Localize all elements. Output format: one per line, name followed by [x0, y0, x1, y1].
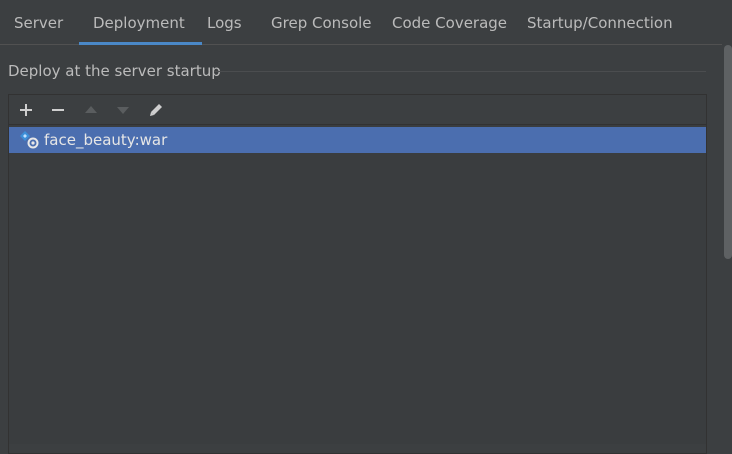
- deploy-group-title: Deploy at the server startup: [8, 62, 221, 80]
- scrollbar-thumb[interactable]: [724, 45, 732, 259]
- tab-deployment[interactable]: Deployment: [79, 0, 202, 45]
- plus-icon: [20, 104, 32, 116]
- artifact-icon: [19, 130, 41, 150]
- tab-server[interactable]: Server: [14, 0, 63, 45]
- tab-startup-connection[interactable]: Startup/Connection: [527, 0, 673, 45]
- tab-code-coverage[interactable]: Code Coverage: [392, 0, 507, 45]
- pencil-icon: [150, 104, 162, 116]
- artifact-name: face_beauty:war: [44, 131, 168, 149]
- minus-icon: [52, 109, 64, 111]
- remove-button[interactable]: [47, 99, 69, 121]
- move-down-button[interactable]: [112, 99, 134, 121]
- list-item[interactable]: face_beauty:war: [9, 127, 706, 153]
- list-toolbar: [9, 95, 706, 125]
- tab-logs[interactable]: Logs: [207, 0, 242, 45]
- move-up-button[interactable]: [80, 99, 102, 121]
- group-divider: [214, 71, 706, 72]
- edit-button[interactable]: [145, 99, 167, 121]
- tab-bar: Server Deployment Logs Grep Console Code…: [0, 0, 722, 45]
- artifact-list: face_beauty:war: [9, 125, 706, 444]
- arrow-up-icon: [85, 106, 97, 113]
- tab-grep-console[interactable]: Grep Console: [271, 0, 372, 45]
- arrow-down-icon: [117, 107, 129, 114]
- add-button[interactable]: [15, 99, 37, 121]
